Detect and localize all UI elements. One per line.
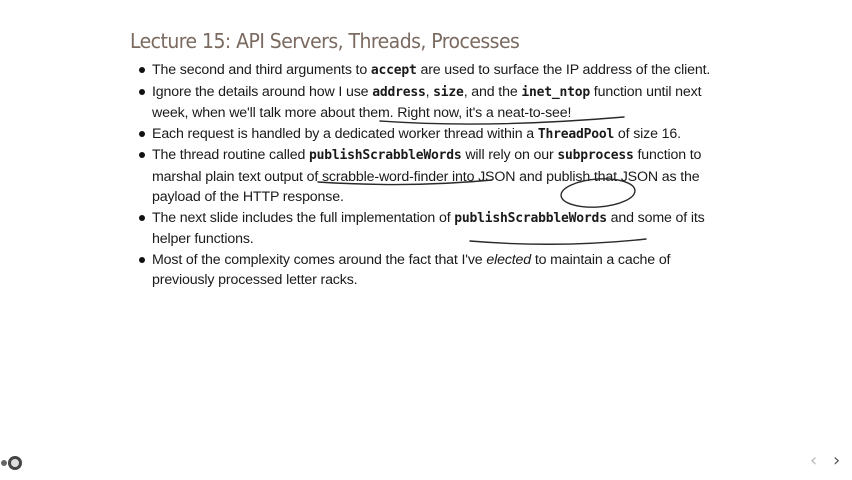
code-identifier: address <box>372 84 426 100</box>
bullet-list: The second and third arguments to accept… <box>136 60 736 291</box>
bullet-item: The thread routine called publishScrabbl… <box>136 145 736 208</box>
bullet-item: Most of the complexity comes around the … <box>136 250 736 291</box>
slide: Lecture 15: API Servers, Threads, Proces… <box>0 0 852 480</box>
slide-title: Lecture 15: API Servers, Threads, Proces… <box>130 29 520 53</box>
bullet-text: , and the <box>463 83 522 100</box>
bullet-text: will rely on our <box>461 147 558 163</box>
bullet-text: Most of the complexity comes around the … <box>152 251 487 268</box>
bullet-item: Ignore the details around how I use addr… <box>136 82 736 124</box>
code-identifier: publishScrabbleWords <box>454 210 607 226</box>
chevron-left-icon[interactable]: ‹ <box>810 452 824 470</box>
code-identifier: ThreadPool <box>537 126 615 142</box>
code-identifier: size <box>433 84 464 100</box>
bullet-text: are used to surface the IP address of th… <box>416 62 711 78</box>
code-identifier: publishScrabbleWords <box>309 148 462 163</box>
code-identifier: subprocess <box>557 148 634 163</box>
code-identifier: inet_ntop <box>521 84 590 100</box>
bullet-item: Each request is handled by a dedicated w… <box>136 124 736 146</box>
emphasized-text: elected <box>486 251 532 268</box>
bullet-text: of size 16. <box>614 125 681 142</box>
chevron-right-icon[interactable]: › <box>833 452 847 470</box>
bullet-text: Each request is handled by a dedicated w… <box>152 125 538 142</box>
bullet-item: The next slide includes the full impleme… <box>136 208 736 250</box>
bullet-text: The next slide includes the full impleme… <box>152 209 455 226</box>
presenter-avatar-icon <box>1 456 22 470</box>
bullet-text: The thread routine called <box>152 147 309 163</box>
code-identifier: accept <box>370 63 417 78</box>
bullet-text: Ignore the details around how I use <box>152 83 373 100</box>
bullet-item: The second and third arguments to accept… <box>136 60 736 82</box>
bullet-text: The second and third arguments to <box>152 62 371 78</box>
